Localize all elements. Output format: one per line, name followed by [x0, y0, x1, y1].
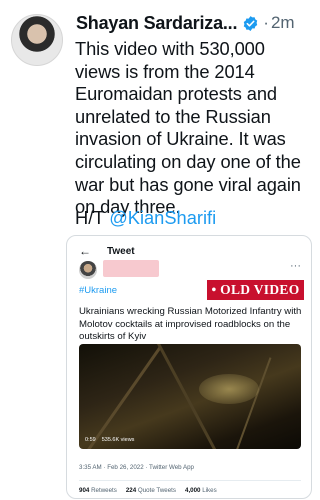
likes-stat: 4,000 Likes: [185, 487, 217, 494]
video-meta: 0:59 535.6K views: [85, 437, 134, 443]
likes-label: Likes: [202, 487, 217, 494]
quotes-label: Quote Tweets: [137, 487, 176, 494]
retweets-label: Retweets: [91, 487, 117, 494]
embedded-video-thumbnail: 0:59 535.6K views: [79, 344, 301, 449]
more-options-icon: ···: [290, 260, 301, 272]
tweet-header: Shayan Sardariza... · 2m: [76, 12, 312, 34]
video-duration: 0:59: [85, 437, 96, 443]
author-avatar[interactable]: [11, 14, 63, 66]
retweets-stat: 904 Retweets: [79, 487, 117, 494]
quotes-count: 224: [125, 487, 137, 494]
tweet-text: This video with 530,000 views is from th…: [75, 38, 301, 218]
quotes-stat: 224 Quote Tweets: [126, 487, 176, 494]
tweet-time[interactable]: 2m: [271, 13, 295, 33]
old-video-label: • OLD VIDEO: [207, 280, 304, 300]
verified-badge-icon: [244, 15, 258, 31]
embedded-title: Tweet: [107, 245, 135, 257]
hat-tip-prefix: H/T: [75, 207, 110, 228]
embedded-stats: 904 Retweets 224 Quote Tweets 4,000 Like…: [79, 487, 217, 494]
embedded-avatar: [79, 261, 97, 279]
embedded-header: ← Tweet: [79, 243, 135, 259]
embedded-headline: Ukrainians wrecking Russian Motorized In…: [79, 306, 302, 342]
video-scene-light: [199, 374, 259, 404]
embedded-divider: [79, 480, 301, 481]
retweets-count: 904: [79, 487, 90, 494]
likes-count: 4,000: [185, 487, 201, 494]
hat-tip-line: H/T @KianSharifi: [75, 207, 216, 229]
video-views: 535.6K views: [101, 437, 135, 443]
back-arrow-icon: ←: [79, 244, 91, 258]
embedded-hashtag: #Ukraine: [79, 285, 118, 296]
author-name[interactable]: Shayan Sardariza...: [76, 13, 237, 34]
embedded-timestamp: 3:35 AM · Feb 26, 2022 · Twitter Web App: [79, 464, 194, 471]
embedded-tweet-screenshot[interactable]: ← Tweet ··· #Ukraine • OLD VIDEO Ukraini…: [66, 235, 312, 499]
header-separator: ·: [263, 13, 269, 32]
video-scene-detail: [79, 345, 162, 449]
mention-link[interactable]: @KianSharifi: [109, 207, 216, 228]
redacted-name: [103, 260, 159, 277]
